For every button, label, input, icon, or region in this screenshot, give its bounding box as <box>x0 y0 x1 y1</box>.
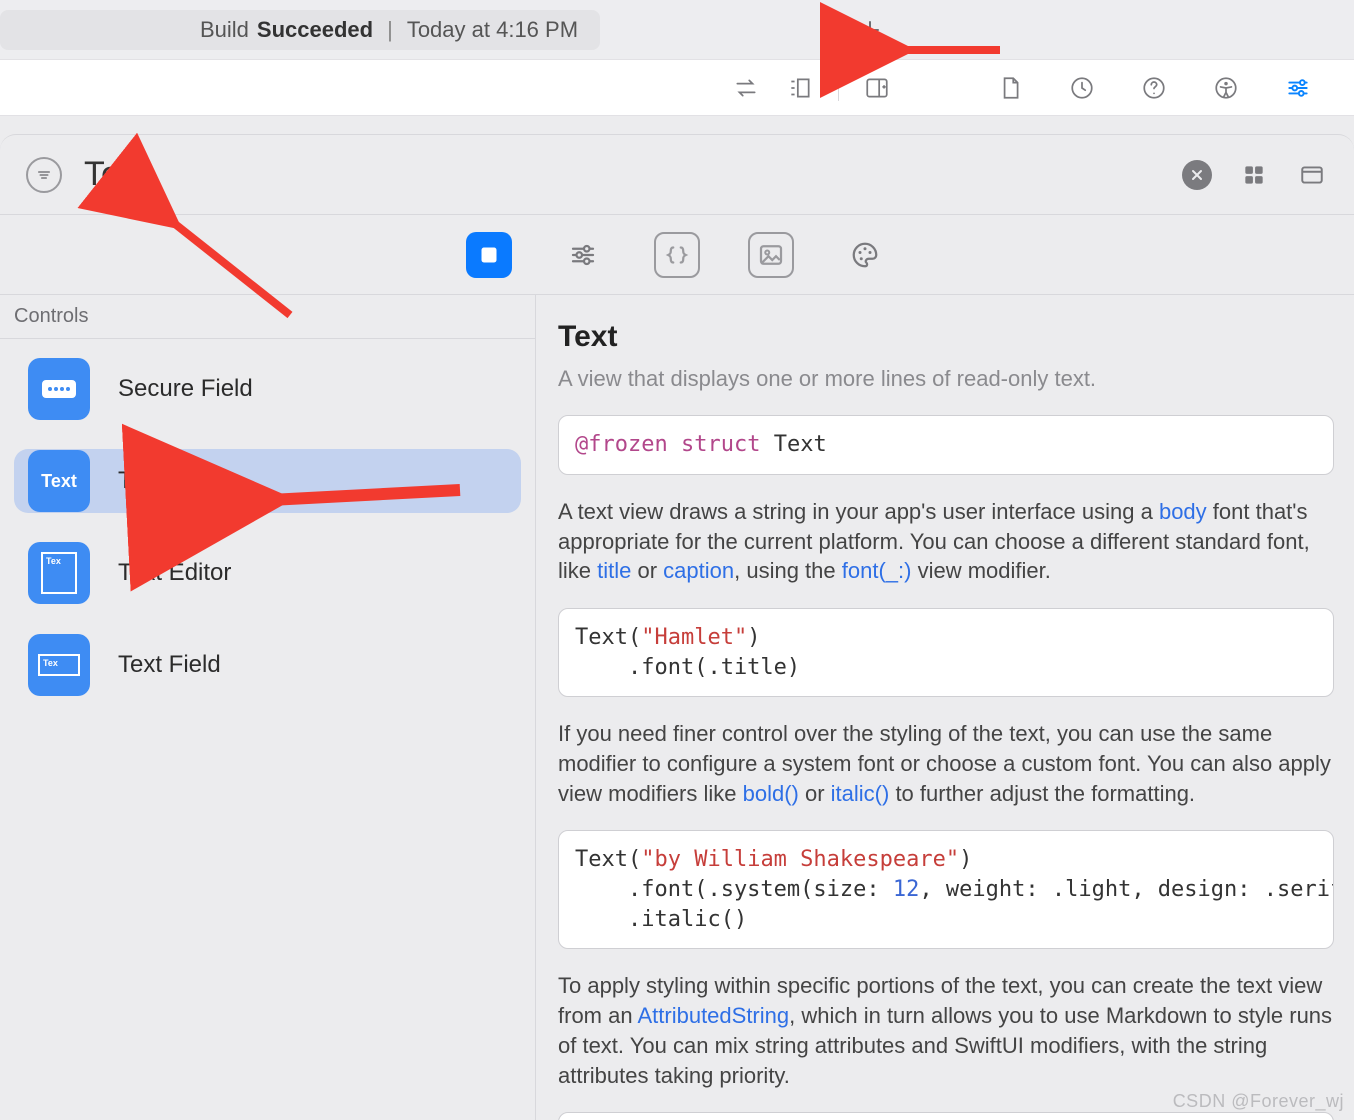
doc-code-3: let attributedString = try! AttributedSt… <box>558 1112 1334 1120</box>
filter-lines-icon <box>35 166 53 184</box>
grid-view-button[interactable] <box>1238 159 1270 191</box>
library-search-text[interactable]: Text <box>84 155 146 194</box>
control-text-editor[interactable]: Text Editor <box>14 541 521 605</box>
library-header: Text <box>0 135 1354 215</box>
add-panel-icon[interactable] <box>861 72 893 104</box>
list-item-label: Text Field <box>118 651 221 679</box>
inspectors-icon[interactable] <box>1282 72 1314 104</box>
editor-toolbar <box>0 60 1354 116</box>
link-bold[interactable]: bold() <box>743 781 799 806</box>
build-status-bar: Build Succeeded | Today at 4:16 PM <box>0 0 1354 60</box>
clear-search-button[interactable] <box>1182 160 1212 190</box>
control-secure-field[interactable]: Secure Field <box>14 357 521 421</box>
library-panel: Text Controls Secure Field T <box>0 134 1354 1120</box>
link-attributed-string[interactable]: AttributedString <box>637 1003 789 1028</box>
text-field-icon <box>28 634 90 696</box>
list-item-label: Secure Field <box>118 375 253 403</box>
build-status-pill: Build Succeeded | Today at 4:16 PM <box>0 10 600 50</box>
tab-colors[interactable] <box>842 232 888 278</box>
list-item-label: Text Editor <box>118 559 231 587</box>
link-caption[interactable]: caption <box>663 558 734 583</box>
build-time: Today at 4:16 PM <box>407 17 578 43</box>
library-tabs <box>0 215 1354 295</box>
list-item-label: Text <box>118 467 162 495</box>
controls-section-label: Controls <box>0 295 535 339</box>
doc-code-2: Text("by William Shakespeare") .font(.sy… <box>558 830 1334 949</box>
doc-paragraph-1: A text view draws a string in your app's… <box>558 497 1334 586</box>
plus-icon <box>858 18 882 42</box>
text-icon: Text <box>28 450 90 512</box>
paragraph-list-icon[interactable] <box>784 72 816 104</box>
documentation-pane: Text A view that displays one or more li… <box>536 295 1354 1120</box>
filter-menu-button[interactable] <box>26 157 62 193</box>
doc-title: Text <box>558 317 1334 358</box>
help-icon[interactable] <box>1138 72 1170 104</box>
file-icon[interactable] <box>994 72 1026 104</box>
tab-modifiers[interactable] <box>560 232 606 278</box>
toolbar-divider <box>838 75 839 101</box>
accessibility-icon[interactable] <box>1210 72 1242 104</box>
swap-icon[interactable] <box>730 72 762 104</box>
build-result: Succeeded <box>257 17 373 43</box>
watermark: CSDN @Forever_wj <box>1173 1091 1344 1112</box>
doc-subtitle: A view that displays one or more lines o… <box>558 364 1334 394</box>
doc-paragraph-2: If you need finer control over the styli… <box>558 719 1334 808</box>
detail-pane-toggle[interactable] <box>1296 159 1328 191</box>
tab-snippets[interactable] <box>654 232 700 278</box>
tab-media[interactable] <box>748 232 794 278</box>
control-text[interactable]: Text Text <box>14 449 521 513</box>
doc-code-1: Text("Hamlet") .font(.title) <box>558 608 1334 697</box>
link-font[interactable]: font(_:) <box>842 558 912 583</box>
doc-paragraph-3: To apply styling within specific portion… <box>558 971 1334 1090</box>
control-text-field[interactable]: Text Field <box>14 633 521 697</box>
history-icon[interactable] <box>1066 72 1098 104</box>
controls-list-column: Controls Secure Field Text Text Text Edi… <box>0 295 536 1120</box>
link-italic[interactable]: italic() <box>831 781 890 806</box>
link-title[interactable]: title <box>597 558 631 583</box>
secure-field-icon <box>28 358 90 420</box>
link-body[interactable]: body <box>1159 499 1207 524</box>
text-editor-icon <box>28 542 90 604</box>
build-label: Build <box>200 17 249 43</box>
add-tab-button[interactable] <box>856 16 884 44</box>
status-separator: | <box>387 17 393 43</box>
tab-views[interactable] <box>466 232 512 278</box>
x-icon <box>1189 167 1205 183</box>
doc-declaration: @frozen struct Text <box>558 415 1334 475</box>
